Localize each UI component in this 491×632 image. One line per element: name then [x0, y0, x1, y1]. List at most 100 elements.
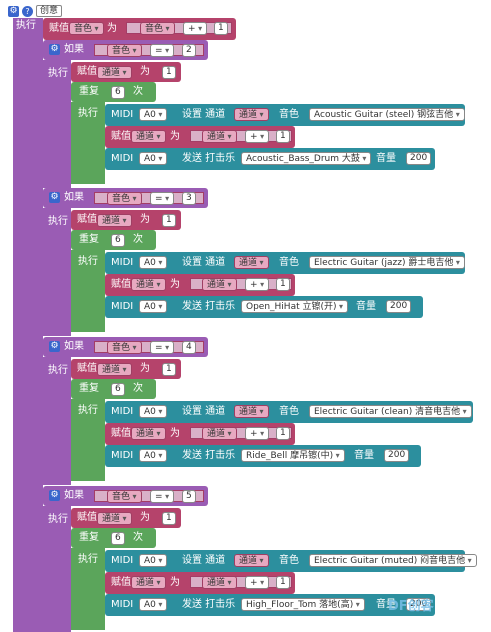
repeat-count[interactable]: 6 — [111, 86, 125, 99]
var-timbre[interactable]: 音色 — [107, 341, 142, 354]
repeat-label: 重复 — [79, 86, 99, 97]
var-dropdown[interactable]: 音色 — [69, 22, 104, 35]
assign-label: 赋值 — [111, 279, 131, 290]
if-label: 如果 — [64, 490, 84, 501]
channel-init-value[interactable]: 1 — [162, 66, 176, 79]
var-channel[interactable]: 通道 — [234, 405, 269, 418]
pin-dropdown[interactable]: A0 — [139, 554, 168, 567]
midi-label: MIDI — [111, 153, 134, 164]
volume-label: 音量 — [376, 153, 396, 164]
gear-icon[interactable]: ⚙ — [49, 192, 60, 203]
var-channel[interactable]: 通道 — [234, 108, 269, 121]
instrument-dropdown[interactable]: Electric Guitar (jazz) 爵士电吉他 — [309, 256, 465, 269]
var-timbre[interactable]: 音色 — [107, 192, 142, 205]
operator-plus[interactable]: + — [245, 278, 270, 291]
execute-label: 执行 — [48, 216, 68, 227]
compare-value[interactable]: 2 — [182, 44, 196, 57]
assign-label: 赋值 — [111, 131, 131, 142]
number-input[interactable]: 1 — [214, 22, 228, 35]
assign-label: 赋值 — [49, 23, 69, 34]
compare-value[interactable]: 3 — [182, 192, 196, 205]
var-timbre[interactable]: 音色 — [140, 22, 175, 35]
var-channel[interactable]: 通道 — [234, 554, 269, 567]
if-label: 如果 — [64, 192, 84, 203]
pin-dropdown[interactable]: A0 — [139, 598, 168, 611]
operator-eq[interactable]: = — [150, 44, 175, 57]
var-channel[interactable]: 通道 — [97, 66, 132, 79]
volume-value[interactable]: 200 — [406, 152, 432, 165]
compare-value[interactable]: 5 — [182, 490, 196, 503]
instrument-dropdown[interactable]: Electric Guitar (muted) 闷音电吉他 — [309, 554, 477, 567]
instrument-dropdown[interactable]: Acoustic Guitar (steel) 钢弦吉他 — [309, 108, 465, 121]
pin-dropdown[interactable]: A0 — [139, 300, 168, 313]
var-timbre[interactable]: 音色 — [107, 44, 142, 57]
operator-plus[interactable]: + — [183, 22, 208, 35]
set-channel-label: 设置 通道 — [182, 257, 226, 268]
drum-dropdown[interactable]: Open_HiHat 立镲(开) — [241, 300, 349, 313]
increment-value[interactable]: 1 — [276, 130, 290, 143]
operator-plus[interactable]: + — [245, 130, 270, 143]
drum-dropdown[interactable]: High_Floor_Tom 落地(高) — [241, 598, 365, 611]
repeat-label: 重复 — [79, 383, 99, 394]
var-channel[interactable]: 通道 — [97, 512, 132, 525]
var-channel[interactable]: 通道 — [97, 363, 132, 376]
main-execute-block[interactable] — [13, 18, 43, 632]
operator-plus[interactable]: + — [245, 427, 270, 440]
increment-value[interactable]: 1 — [276, 576, 290, 589]
var-channel[interactable]: 通道 — [97, 214, 132, 227]
volume-value[interactable]: 200 — [386, 300, 412, 313]
var-channel[interactable]: 通道 — [131, 278, 166, 291]
set-channel-label: 设置 通道 — [182, 406, 226, 417]
midi-label: MIDI — [111, 301, 134, 312]
pin-dropdown[interactable]: A0 — [139, 108, 168, 121]
repeat-count[interactable]: 6 — [111, 383, 125, 396]
var-timbre[interactable]: 音色 — [107, 490, 142, 503]
channel-init-value[interactable]: 1 — [162, 512, 176, 525]
var-channel[interactable]: 通道 — [234, 256, 269, 269]
repeat-count[interactable]: 6 — [111, 234, 125, 247]
var-channel[interactable]: 通道 — [131, 576, 166, 589]
var-channel[interactable]: 通道 — [131, 130, 166, 143]
set-channel-label: 设置 通道 — [182, 109, 226, 120]
var-channel[interactable]: 通道 — [202, 576, 237, 589]
pin-dropdown[interactable]: A0 — [139, 449, 168, 462]
var-channel[interactable]: 通道 — [202, 427, 237, 440]
drum-dropdown[interactable]: Ride_Bell 摩吊镲(中) — [241, 449, 345, 462]
for-label: 为 — [170, 131, 180, 142]
help-icon[interactable]: ? — [22, 6, 33, 17]
channel-init-value[interactable]: 1 — [162, 214, 176, 227]
if-label: 如果 — [64, 341, 84, 352]
operator-eq[interactable]: = — [150, 341, 175, 354]
repeat-label: 重复 — [79, 532, 99, 543]
volume-value[interactable]: 200 — [384, 449, 410, 462]
times-label: 次 — [133, 532, 143, 543]
increment-value[interactable]: 1 — [276, 278, 290, 291]
gear-icon[interactable]: ⚙ — [49, 341, 60, 352]
midi-label: MIDI — [111, 555, 134, 566]
channel-init-value[interactable]: 1 — [162, 363, 176, 376]
midi-label: MIDI — [111, 450, 134, 461]
gear-icon[interactable]: ⚙ — [8, 6, 19, 17]
instrument-dropdown[interactable]: Electric Guitar (clean) 清音电吉他 — [309, 405, 472, 418]
pin-dropdown[interactable]: A0 — [139, 152, 168, 165]
var-channel[interactable]: 通道 — [202, 130, 237, 143]
for-label: 为 — [140, 66, 150, 77]
gear-icon[interactable]: ⚙ — [49, 490, 60, 501]
for-label: 为 — [170, 577, 180, 588]
increment-value[interactable]: 1 — [276, 427, 290, 440]
pin-dropdown[interactable]: A0 — [139, 256, 168, 269]
operator-plus[interactable]: + — [245, 576, 270, 589]
execute-label: 执行 — [48, 68, 68, 79]
operator-eq[interactable]: = — [150, 192, 175, 205]
drum-dropdown[interactable]: Acoustic_Bass_Drum 大鼓 — [241, 152, 372, 165]
operator-eq[interactable]: = — [150, 490, 175, 503]
pin-dropdown[interactable]: A0 — [139, 405, 168, 418]
compare-value[interactable]: 4 — [182, 341, 196, 354]
gear-icon[interactable]: ⚙ — [49, 44, 60, 55]
send-percussion-label: 发送 打击乐 — [182, 301, 236, 312]
var-channel[interactable]: 通道 — [131, 427, 166, 440]
var-channel[interactable]: 通道 — [202, 278, 237, 291]
timbre-label: 音色 — [279, 406, 299, 417]
repeat-count[interactable]: 6 — [111, 532, 125, 545]
midi-label: MIDI — [111, 406, 134, 417]
